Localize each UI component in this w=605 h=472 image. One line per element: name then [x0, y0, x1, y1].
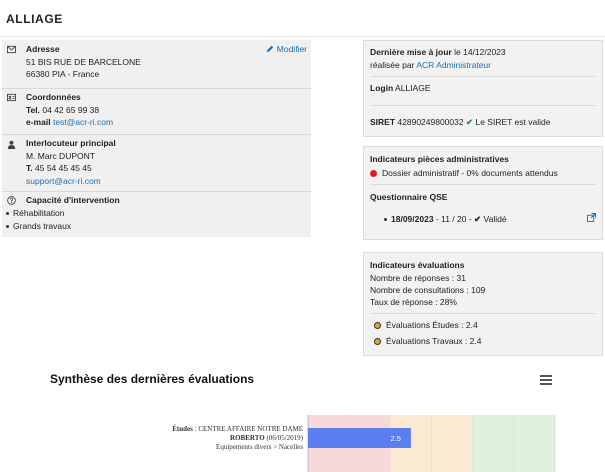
email-link[interactable]: test@acr-ri.com: [53, 117, 113, 127]
qse-entry: 18/09/2023 - 11 / 20 - ✔ Validé: [384, 214, 596, 225]
siret-status: Le SIRET est valide: [475, 117, 551, 127]
qse-score: - 11 / 20 -: [435, 214, 472, 224]
siret-value: 42890249800032: [397, 117, 464, 127]
eval-studies: Évaluations Études : 2.4: [386, 320, 478, 330]
qse-date: 18/09/2023: [391, 214, 434, 224]
status-dot-orange: [374, 322, 381, 329]
divider: [370, 313, 596, 314]
capacity-section: Capacité d'intervention Réhabilitation G…: [2, 192, 311, 237]
capacity-item: Réhabilitation: [6, 207, 71, 220]
header-divider: [0, 36, 605, 37]
eval-works: Évaluations Travaux : 2.4: [386, 336, 482, 346]
qse-status: Validé: [483, 214, 507, 224]
main-contact-tel: 45 54 45 45 45: [35, 163, 92, 174]
last-update-label: Dernière mise à jour: [370, 47, 452, 57]
chart-data-label: 2.5: [390, 434, 400, 443]
main-contact-email-link[interactable]: support@acr-ri.com: [26, 176, 101, 186]
chart-category-label: Equipements divers > Nacelles: [216, 443, 303, 451]
id-card-icon: [7, 93, 16, 102]
eval-panel-title: Indicateurs évaluations: [370, 260, 465, 270]
tel-label: Tel.: [26, 104, 41, 115]
email-label: e-mail: [26, 117, 51, 128]
made-by-user-link[interactable]: ACR Administrateur: [416, 60, 491, 70]
last-update-date: le 14/12/2023: [454, 47, 506, 57]
login-value: ALLIAGE: [395, 83, 431, 93]
made-by-prefix: réalisée par: [370, 60, 415, 70]
update-panel: Dernière mise à jour le 14/12/2023 réali…: [363, 40, 603, 137]
check-icon: ✔: [465, 117, 474, 127]
response-rate: Taux de réponse : 28%: [370, 297, 457, 307]
page-title: ALLIAGE: [6, 12, 63, 26]
main-contact-name: M. Marc DUPONT: [26, 150, 95, 161]
main-contact-heading: Interlocuteur principal: [26, 138, 116, 148]
envelope-icon: [7, 45, 16, 54]
consultations-count: Nombre de consultations : 109: [370, 285, 486, 295]
external-link-icon[interactable]: [587, 213, 596, 222]
user-icon: [7, 140, 16, 149]
chart-band: [513, 415, 555, 472]
address-line-1: 51 BIS RUE DE BARCELONE: [26, 56, 141, 67]
chart-menu-button[interactable]: [540, 375, 552, 385]
siret-label: SIRET: [370, 117, 396, 127]
contact-section: Coordonnées Tel. 04 42 65 99 38 e-mail t…: [2, 89, 311, 134]
chart-band: [472, 415, 514, 472]
chart-band: [431, 415, 473, 472]
login-label: Login: [370, 83, 394, 93]
main-contact-tel-label: T.: [26, 163, 33, 174]
qse-title: Questionnaire QSE: [370, 192, 448, 202]
admin-indicators-panel: Indicateurs pièces administratives Dossi…: [363, 146, 603, 240]
modify-label: Modifier: [276, 44, 307, 54]
capacity-item: Grands travaux: [6, 220, 71, 233]
dossier-status: Dossier administratif - 0% documents att…: [382, 168, 558, 178]
status-dot-red: [370, 170, 377, 177]
address-section: Adresse 51 BIS RUE DE BARCELONE 66380 PI…: [2, 40, 311, 88]
pencil-icon: [266, 45, 273, 53]
company-info-panel: Adresse 51 BIS RUE DE BARCELONE 66380 PI…: [2, 40, 311, 237]
chart-category-label: ROBERTO (06/05/2019): [230, 434, 304, 442]
admin-panel-title: Indicateurs pièces administratives: [370, 154, 509, 164]
tel-value: 04 42 65 99 38: [42, 104, 100, 115]
responses-count: Nombre de réponses : 31: [370, 273, 466, 283]
contact-heading: Coordonnées: [26, 92, 81, 102]
modify-link[interactable]: Modifier: [266, 44, 307, 54]
address-line-2: 66380 PIA - France: [26, 69, 100, 80]
check-icon: ✔: [474, 214, 482, 224]
chart-category-label: Études : CENTRE AFFAIRE NOTRE DAME: [172, 425, 303, 433]
divider: [370, 76, 596, 77]
question-circle-icon: [7, 196, 16, 205]
main-contact-section: Interlocuteur principal M. Marc DUPONT T…: [2, 135, 311, 191]
evaluation-indicators-panel: Indicateurs évaluations Nombre de répons…: [363, 252, 603, 356]
divider: [370, 105, 596, 106]
status-dot-orange: [374, 338, 381, 345]
divider: [370, 184, 596, 185]
evaluation-chart: 2.5 Études : CENTRE AFFAIRE NOTRE DAMEROB…: [172, 415, 556, 472]
capacity-heading: Capacité d'intervention: [26, 195, 120, 205]
chart-title: Synthèse des dernières évaluations: [50, 372, 255, 386]
